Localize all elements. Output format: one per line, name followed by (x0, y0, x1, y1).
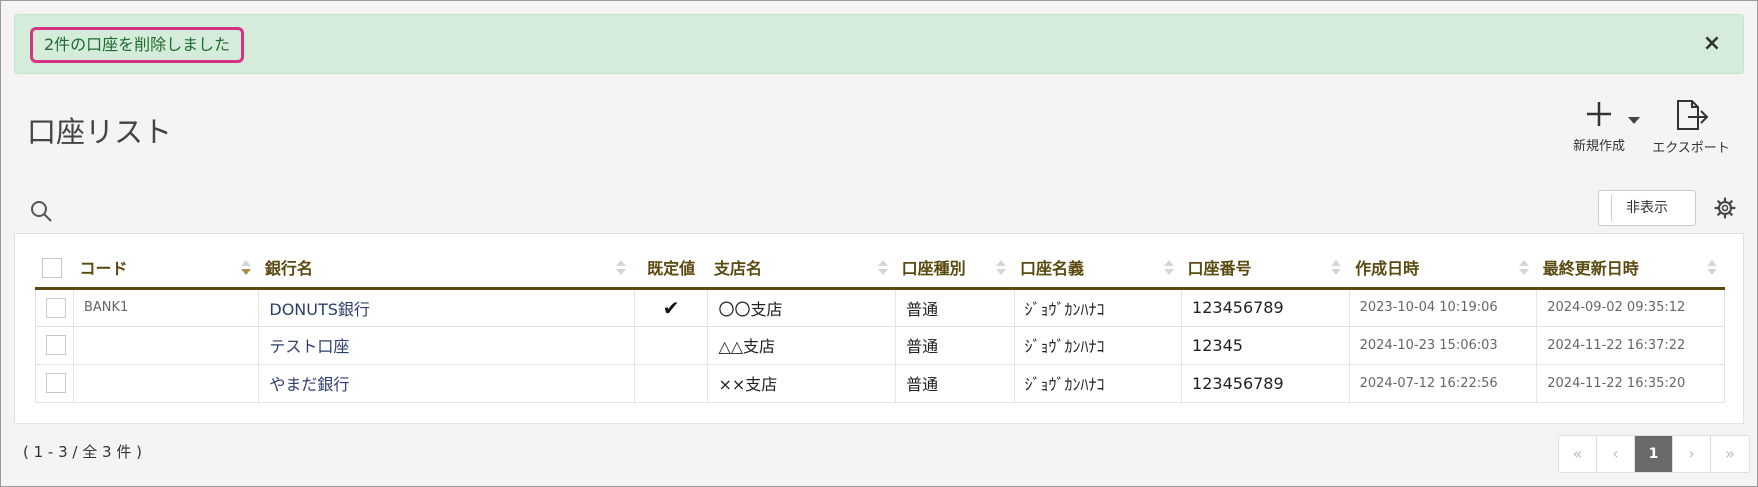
column-header-created[interactable]: 作成日時 (1349, 248, 1537, 290)
cell-number: 12345 (1181, 325, 1350, 365)
search-icon[interactable] (29, 199, 53, 223)
check-icon: ✔ (633, 287, 709, 327)
row-checkbox[interactable] (46, 335, 66, 356)
prev-page-button[interactable]: ‹ (1597, 436, 1635, 472)
page-title: 口座リスト (27, 115, 173, 149)
cell-number: 123456789 (1181, 363, 1350, 403)
cell-type: 普通 (895, 363, 1015, 403)
table-header-row: コード 銀行名 既定値 支店名 口座種別 口座名義 口座番号 作成日時 最終更新… (35, 248, 1725, 290)
column-header-default: 既定値 (634, 248, 708, 290)
sort-icon[interactable] (1163, 260, 1174, 276)
column-header-label: 既定値 (647, 259, 696, 279)
cell-branch: △△支店 (707, 325, 897, 365)
cell-bank[interactable]: DONUTS銀行 (258, 287, 635, 327)
column-header-label: 銀行名 (264, 259, 313, 279)
sort-icon[interactable] (1706, 260, 1717, 276)
cell-bank[interactable]: やまだ銀行 (258, 363, 635, 403)
next-page-button[interactable]: › (1673, 436, 1711, 472)
column-header-label: 支店名 (713, 259, 762, 279)
cell-type: 普通 (895, 325, 1015, 365)
accounts-table-card: コード 銀行名 既定値 支店名 口座種別 口座名義 口座番号 作成日時 最終更新… (14, 233, 1744, 424)
column-header-code[interactable]: コード (73, 248, 259, 290)
select-all-checkbox[interactable] (41, 257, 62, 278)
cell-holder: ｼﾞｮｳﾞｶﾝﾊﾅｺ (1013, 363, 1183, 403)
column-header-type[interactable]: 口座種別 (895, 248, 1014, 290)
plus-icon (1587, 102, 1611, 126)
sort-icon[interactable] (877, 260, 888, 276)
row-select-cell (35, 287, 74, 327)
column-header-label: 作成日時 (1355, 259, 1420, 279)
first-page-button[interactable]: « (1559, 436, 1597, 472)
table-row[interactable]: やまだ銀行 ××支店 普通 ｼﾞｮｳﾞｶﾝﾊﾅｺ 123456789 2024-… (35, 363, 1725, 403)
alert-message: 2件の口座を削除しました (30, 27, 245, 63)
export-button-label: エクスポート (1652, 141, 1730, 156)
column-header-label: 最終更新日時 (1542, 259, 1639, 279)
last-page-button[interactable]: » (1711, 436, 1749, 472)
close-icon[interactable]: × (1699, 31, 1725, 57)
cell-created: 2024-10-23 15:06:03 (1348, 325, 1538, 365)
export-icon (1677, 100, 1709, 130)
row-checkbox[interactable] (46, 373, 66, 394)
cell-bank[interactable]: テスト口座 (258, 325, 635, 365)
column-header-updated[interactable]: 最終更新日時 (1536, 248, 1725, 290)
cell-updated: 2024-09-02 09:35:12 (1536, 287, 1725, 327)
cell-created: 2024-07-12 16:22:56 (1348, 363, 1538, 403)
column-header-branch[interactable]: 支店名 (707, 248, 896, 290)
accounts-table: コード 銀行名 既定値 支店名 口座種別 口座名義 口座番号 作成日時 最終更新… (35, 248, 1725, 403)
cell-type: 普通 (895, 287, 1015, 327)
sort-icon[interactable] (1331, 260, 1342, 276)
success-alert: 2件の口座を削除しました × (14, 14, 1744, 74)
column-header-label: 口座種別 (901, 259, 966, 279)
sort-desc-icon[interactable] (240, 260, 251, 276)
sort-icon[interactable] (1518, 260, 1529, 276)
row-select-cell (35, 363, 74, 403)
column-header-label: 口座名義 (1020, 259, 1085, 279)
sort-icon[interactable] (616, 260, 627, 276)
cell-branch: 〇〇支店 (707, 287, 897, 327)
column-header-bank[interactable]: 銀行名 (258, 248, 635, 290)
gear-icon[interactable] (1714, 197, 1736, 219)
pagination: « ‹ 1 › » (1558, 435, 1750, 473)
cell-holder: ｼﾞｮｳﾞｶﾝﾊﾅｺ (1013, 287, 1183, 327)
record-count: ( 1 - 3 / 全 3 件 ) (23, 443, 142, 461)
select-all-cell (35, 248, 74, 290)
cell-updated: 2024-11-22 16:37:22 (1536, 325, 1725, 365)
hide-button[interactable]: 非表示 (1598, 190, 1696, 226)
cell-code: BANK1 (72, 287, 260, 327)
new-button[interactable]: 新規作成 (1563, 99, 1635, 154)
cell-updated: 2024-11-22 16:35:20 (1536, 363, 1725, 403)
column-header-number[interactable]: 口座番号 (1181, 248, 1350, 290)
row-select-cell (35, 325, 74, 365)
export-button[interactable]: エクスポート (1649, 99, 1733, 156)
page-button-current[interactable]: 1 (1635, 436, 1673, 472)
new-button-label: 新規作成 (1572, 139, 1625, 154)
column-header-label: 口座番号 (1187, 259, 1252, 279)
sort-icon[interactable] (996, 260, 1006, 276)
cell-code (72, 363, 260, 403)
cell-holder: ｼﾞｮｳﾞｶﾝﾊﾅｺ (1013, 325, 1183, 365)
table-row[interactable]: テスト口座 △△支店 普通 ｼﾞｮｳﾞｶﾝﾊﾅｺ 12345 2024-10-2… (35, 325, 1725, 365)
cell-code (72, 325, 260, 365)
column-header-label: コード (79, 259, 128, 279)
row-checkbox[interactable] (46, 297, 66, 318)
cell-default (633, 325, 709, 365)
chevron-down-icon[interactable] (1628, 117, 1640, 124)
cell-number: 123456789 (1181, 287, 1350, 327)
column-header-holder[interactable]: 口座名義 (1014, 248, 1182, 290)
cell-default (633, 363, 709, 403)
cell-branch: ××支店 (707, 363, 897, 403)
table-row[interactable]: BANK1 DONUTS銀行 ✔ 〇〇支店 普通 ｼﾞｮｳﾞｶﾝﾊﾅｺ 1234… (35, 287, 1725, 327)
cell-created: 2023-10-04 10:19:06 (1348, 287, 1538, 327)
